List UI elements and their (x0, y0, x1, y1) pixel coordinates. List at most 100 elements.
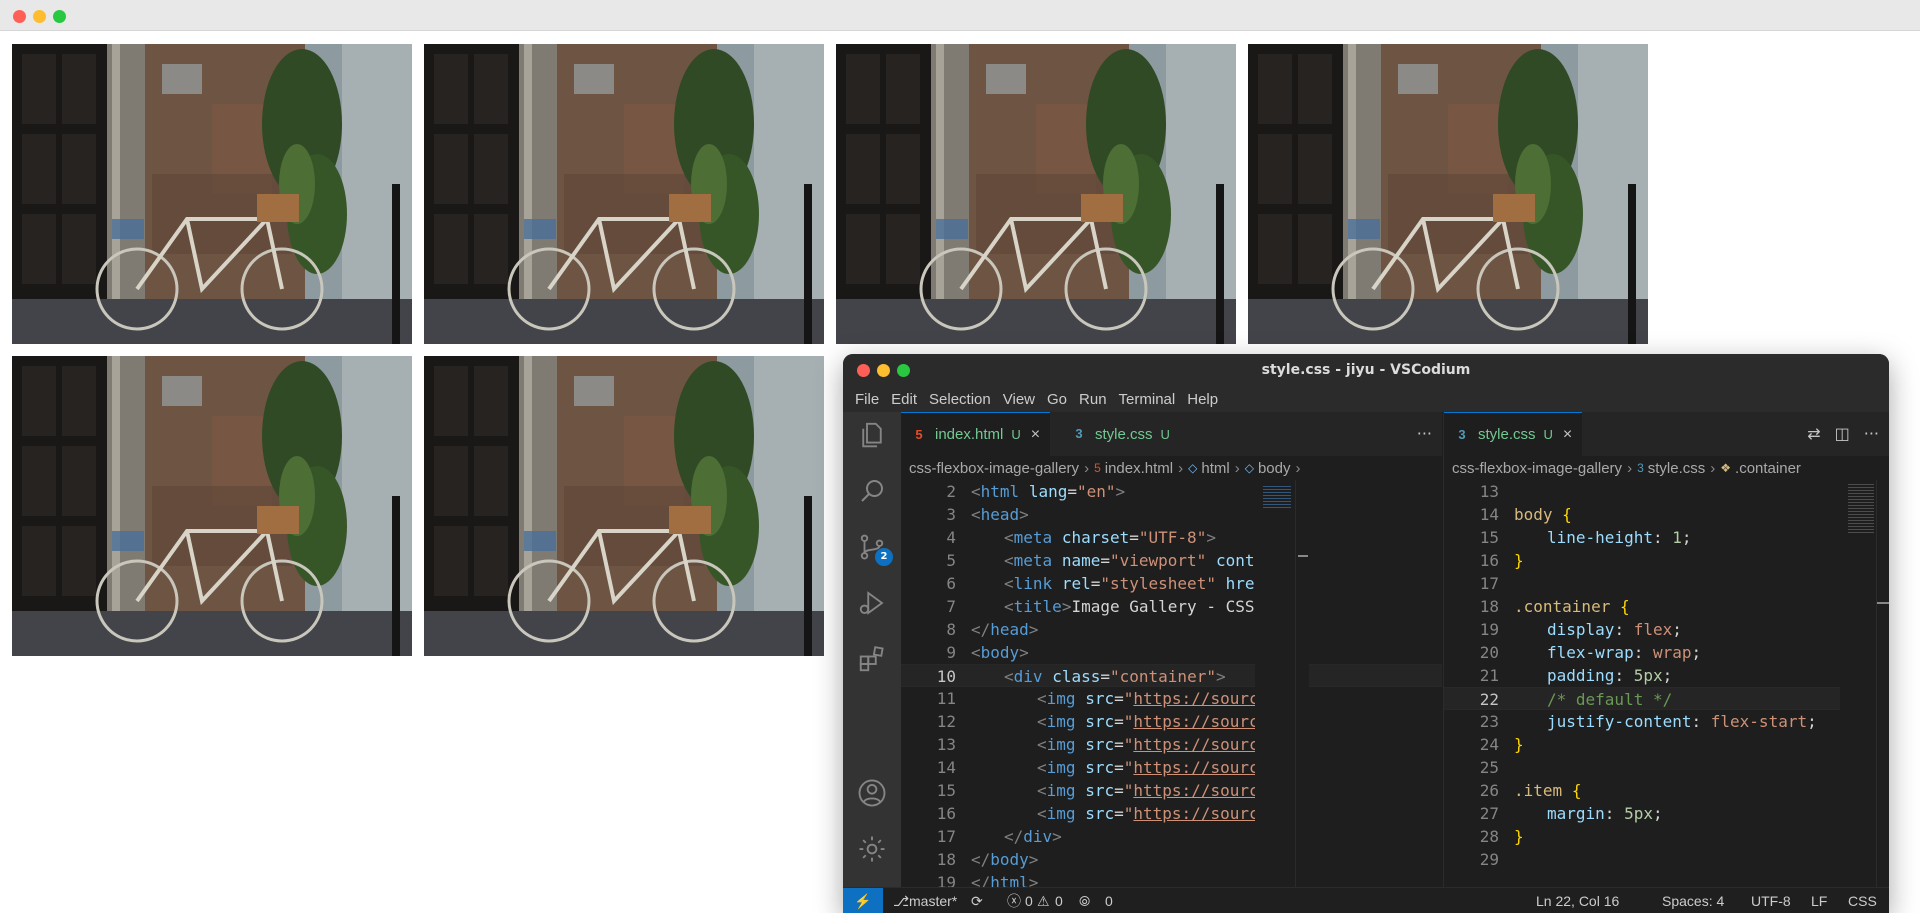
vscodium-minimize-button[interactable] (877, 364, 890, 377)
code-line[interactable]: 18 .container { (1444, 595, 1889, 618)
code-line[interactable]: 18 </body> (901, 848, 1442, 871)
code-line[interactable]: 22 /* default */ (1444, 687, 1889, 710)
error-count[interactable]: 0 (1025, 888, 1033, 913)
code-line[interactable]: 13 (1444, 480, 1889, 503)
menu-edit[interactable]: Edit (885, 391, 923, 408)
code-line[interactable]: 23 justify-content: flex-start; (1444, 710, 1889, 733)
vscodium-window: style.css - jiyu - VSCodium File Edit Sele… (843, 354, 1889, 913)
minimize-window-button[interactable] (33, 10, 46, 23)
code-line[interactable]: 19 display: flex; (1444, 618, 1889, 641)
more-actions-icon[interactable]: ··· (1864, 424, 1879, 443)
menu-run[interactable]: Run (1073, 391, 1113, 408)
source-control-icon[interactable]: 2 (857, 532, 893, 566)
end-of-line[interactable]: LF (1811, 888, 1827, 913)
code-line[interactable]: 29 (1444, 848, 1889, 871)
code-line[interactable]: 27 margin: 5px; (1444, 802, 1889, 825)
warning-count[interactable]: 0 (1055, 888, 1063, 913)
close-tab-icon[interactable]: × (1563, 426, 1572, 444)
vscodium-maximize-button[interactable] (897, 364, 910, 377)
breadcrumb-file[interactable]: index.html (1105, 460, 1173, 477)
close-window-button[interactable] (13, 10, 26, 23)
extensions-icon[interactable] (857, 644, 887, 674)
sync-icon[interactable]: ⟳ (971, 888, 983, 913)
code-line[interactable]: 3 <head> (901, 503, 1442, 526)
line-number: 3 (946, 505, 956, 524)
code-line[interactable]: 13 <img src="https://source.un (901, 733, 1442, 756)
code-line[interactable]: 14 <img src="https://source.un (901, 756, 1442, 779)
code-line[interactable]: 7 <title>Image Gallery - CSS Flex (901, 595, 1442, 618)
code-line[interactable]: 16 <img src="https://source.un (901, 802, 1442, 825)
breadcrumb-element[interactable]: html (1201, 460, 1229, 477)
line-number: 16 (936, 804, 956, 823)
breadcrumb-element[interactable]: body (1258, 460, 1291, 477)
more-actions-icon[interactable]: ··· (1417, 424, 1432, 443)
branch-name[interactable]: master* (909, 888, 957, 913)
code-line[interactable]: 14 body { (1444, 503, 1889, 526)
maximize-window-button[interactable] (53, 10, 66, 23)
menu-file[interactable]: File (849, 391, 885, 408)
search-icon[interactable] (857, 476, 887, 506)
code-line[interactable]: 26 .item { (1444, 779, 1889, 802)
menu-terminal[interactable]: Terminal (1113, 391, 1182, 408)
code-line[interactable]: 15 line-height: 1; (1444, 526, 1889, 549)
code-line[interactable]: 12 <img src="https://source.un (901, 710, 1442, 733)
code-line[interactable]: 6<link rel="stylesheet" href="st (901, 572, 1442, 595)
source-control-badge: 2 (875, 548, 893, 566)
run-debug-icon[interactable] (857, 588, 887, 618)
tab-label: index.html (935, 426, 1004, 443)
minimap-left[interactable] (1255, 480, 1295, 887)
code-line[interactable]: 10 <div class="container"> (901, 664, 1442, 687)
menu-view[interactable]: View (997, 391, 1041, 408)
code-line[interactable]: 17 </div> (901, 825, 1442, 848)
settings-gear-icon[interactable] (857, 834, 887, 864)
menu-selection[interactable]: Selection (923, 391, 997, 408)
code-line[interactable]: 4 <meta charset="UTF-8"> (901, 526, 1442, 549)
indentation[interactable]: Spaces: 4 (1662, 888, 1724, 913)
code-line[interactable]: 24} (1444, 733, 1889, 756)
code-editor-left[interactable]: 2 <html lang="en"> 3 <head> 4 <meta charset="… (901, 480, 1442, 887)
code-line[interactable]: 16} (1444, 549, 1889, 572)
code-line[interactable]: 2 <html lang="en"> (901, 480, 1442, 503)
cursor-position[interactable]: Ln 22, Col 16 (1536, 888, 1619, 913)
chevron-right-icon: › (1178, 459, 1184, 477)
explorer-icon[interactable] (857, 420, 887, 450)
menu-go[interactable]: Go (1041, 391, 1073, 408)
tab-style-css[interactable]: 3 style.css U (1061, 412, 1180, 456)
code-line[interactable]: 17 (1444, 572, 1889, 595)
breadcrumb-file[interactable]: style.css (1648, 460, 1706, 477)
code-line[interactable]: 15 <img src="https://source.un (901, 779, 1442, 802)
account-icon[interactable] (857, 778, 887, 808)
tab-label: style.css (1095, 425, 1153, 443)
breadcrumb-folder[interactable]: css-flexbox-image-gallery (1452, 460, 1622, 477)
line-number: 14 (1479, 505, 1499, 524)
line-number: 13 (936, 735, 956, 754)
code-editor-right[interactable]: 13 14 body {15 line-height: 1; 16} 17 18 .conta… (1444, 480, 1889, 887)
breadcrumb: css-flexbox-image-gallery › 5 index.html… (901, 456, 1442, 480)
scrollbar-right[interactable] (1876, 480, 1889, 887)
code-text: <body> (971, 643, 1029, 662)
code-line[interactable]: 25 (1444, 756, 1889, 779)
split-editor-icon[interactable]: ◫ (1835, 424, 1850, 443)
code-line[interactable]: 19 </html> (901, 871, 1442, 887)
tab-index-html[interactable]: 5 index.html U × (901, 412, 1051, 456)
code-line[interactable]: 9 <body> (901, 641, 1442, 664)
encoding[interactable]: UTF-8 (1751, 888, 1791, 913)
code-line[interactable]: 8 </head> (901, 618, 1442, 641)
ports-count[interactable]: 0 (1105, 888, 1113, 913)
code-line[interactable]: 11 <img src="https://source.un (901, 687, 1442, 710)
code-line[interactable]: 28} (1444, 825, 1889, 848)
remote-indicator-icon[interactable]: ⚡ (843, 888, 883, 913)
close-tab-icon[interactable]: × (1031, 426, 1040, 444)
language-mode[interactable]: CSS (1848, 888, 1877, 913)
breadcrumb-selector[interactable]: .container (1735, 460, 1801, 477)
menu-help[interactable]: Help (1181, 391, 1224, 408)
vscodium-title-bar: style.css - jiyu - VSCodium (843, 354, 1889, 386)
tab-style-css-right[interactable]: 3 style.css U × (1444, 412, 1583, 456)
code-line[interactable]: 21 padding: 5px; (1444, 664, 1889, 687)
scrollbar-left[interactable] (1295, 480, 1309, 887)
compare-changes-icon[interactable]: ⇄ (1807, 424, 1820, 443)
vscodium-close-button[interactable] (857, 364, 870, 377)
code-line[interactable]: 20 flex-wrap: wrap; (1444, 641, 1889, 664)
breadcrumb-folder[interactable]: css-flexbox-image-gallery (909, 460, 1079, 477)
code-line[interactable]: 5<meta name="viewport" content=" (901, 549, 1442, 572)
